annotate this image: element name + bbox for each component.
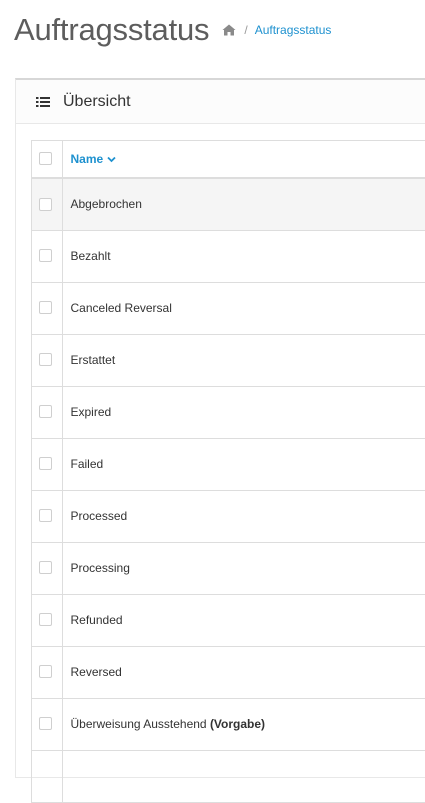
list-icon	[36, 96, 50, 108]
table-row[interactable]: Processed	[32, 490, 425, 543]
row-checkbox[interactable]	[39, 457, 53, 471]
order-status-table: Name Abgebrochen Bezahlt Canceled Revers…	[32, 141, 425, 803]
row-checkbox[interactable]	[39, 509, 53, 523]
table-row[interactable]: Reversed	[32, 646, 425, 699]
status-name: Expired	[70, 405, 112, 419]
table-row[interactable]: Abgebrochen	[32, 178, 425, 231]
row-checkbox-cell	[32, 334, 63, 387]
page-header: Auftragsstatus / Auftragsstatus	[14, 12, 331, 48]
page-title: Auftragsstatus	[14, 12, 210, 47]
row-checkbox-cell	[32, 542, 63, 595]
select-all-cell	[32, 141, 63, 179]
status-name: Reversed	[70, 665, 122, 679]
row-checkbox-cell	[32, 646, 63, 699]
name-column-header: Name	[62, 141, 425, 179]
table-row[interactable]: Expired	[32, 386, 425, 439]
table-header-row: Name	[32, 141, 425, 179]
panel-heading: Übersicht	[16, 80, 425, 124]
status-name: Processing	[70, 561, 130, 575]
caret-down-icon	[107, 156, 116, 163]
row-checkbox[interactable]	[39, 353, 53, 367]
default-status-tag: (Vorgabe)	[209, 717, 266, 731]
select-all-checkbox[interactable]	[39, 152, 53, 166]
row-checkbox-cell	[32, 594, 63, 647]
row-checkbox[interactable]	[39, 561, 53, 575]
row-checkbox-cell	[32, 386, 63, 439]
table-row[interactable]: Failed	[32, 438, 425, 491]
status-name-cell: Expired	[62, 386, 425, 439]
table-row[interactable]: Canceled Reversal	[32, 282, 425, 335]
status-name: Erstattet	[70, 353, 116, 367]
status-name: Bezahlt	[70, 249, 111, 263]
table-row[interactable]: Processing	[32, 542, 425, 595]
status-name-cell: Refunded	[62, 594, 425, 647]
status-name-cell: Erstattet	[62, 334, 425, 387]
row-checkbox[interactable]	[39, 197, 53, 211]
breadcrumb: / Auftragsstatus	[222, 23, 331, 37]
order-status-table-wrapper: Name Abgebrochen Bezahlt Canceled Revers…	[31, 140, 425, 803]
row-checkbox-cell	[32, 438, 63, 491]
row-checkbox-cell	[32, 178, 63, 231]
status-name: Failed	[70, 457, 104, 471]
table-row[interactable]: Erstattet	[32, 334, 425, 387]
status-name-cell: Canceled Reversal	[62, 282, 425, 335]
status-name-cell: Failed	[62, 438, 425, 491]
row-checkbox[interactable]	[39, 301, 53, 315]
overview-panel: Übersicht Name Abgebrochen Bezahlt Cance…	[15, 78, 425, 803]
sort-by-name-link[interactable]: Name	[63, 152, 117, 166]
row-checkbox[interactable]	[39, 665, 53, 679]
row-checkbox-cell	[32, 282, 63, 335]
row-checkbox[interactable]	[39, 405, 53, 419]
status-name-cell: Bezahlt	[62, 230, 425, 283]
table-row[interactable]: Refunded	[32, 594, 425, 647]
table-row-partial	[32, 750, 425, 803]
status-name: Refunded	[70, 613, 123, 627]
table-row[interactable]: Bezahlt	[32, 230, 425, 283]
row-checkbox[interactable]	[39, 249, 53, 263]
row-checkbox-cell	[32, 490, 63, 543]
status-name: Canceled Reversal	[70, 301, 172, 315]
status-name: Überweisung Ausstehend	[70, 717, 207, 731]
name-column-label: Name	[70, 152, 104, 166]
status-name: Abgebrochen	[70, 197, 142, 212]
status-name-cell: Processing	[62, 542, 425, 595]
panel-title: Übersicht	[63, 92, 131, 110]
table-row[interactable]: Überweisung Ausstehend (Vorgabe)	[32, 698, 425, 751]
status-name-cell: Processed	[62, 490, 425, 543]
row-checkbox-cell	[32, 750, 63, 803]
row-checkbox-cell	[32, 698, 63, 751]
status-name-cell: Abgebrochen	[62, 178, 425, 231]
row-checkbox[interactable]	[39, 717, 53, 731]
breadcrumb-separator: /	[244, 23, 248, 37]
breadcrumb-link-auftragsstatus[interactable]: Auftragsstatus	[255, 23, 332, 37]
status-name-cell: Reversed	[62, 646, 425, 699]
row-checkbox-cell	[32, 230, 63, 283]
row-checkbox[interactable]	[39, 613, 53, 627]
status-name-cell	[62, 750, 425, 803]
home-icon[interactable]	[222, 24, 236, 36]
status-name-cell: Überweisung Ausstehend (Vorgabe)	[62, 698, 425, 751]
status-name: Processed	[70, 509, 128, 523]
